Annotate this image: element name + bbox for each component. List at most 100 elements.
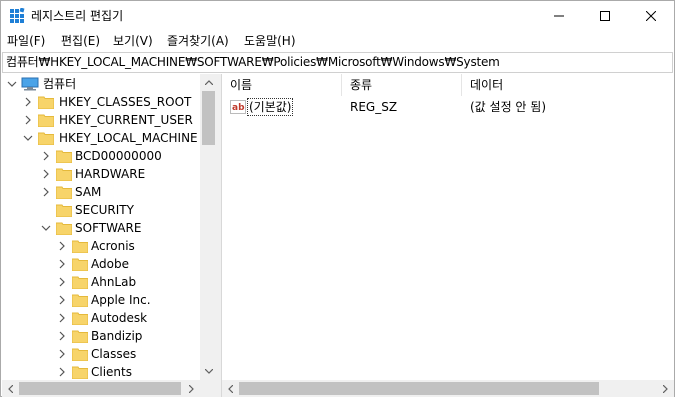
folder-icon bbox=[72, 312, 88, 325]
address-path[interactable]: 컴퓨터₩HKEY_LOCAL_MACHINE₩SOFTWARE₩Policies… bbox=[6, 55, 500, 70]
chevron-right-icon[interactable] bbox=[23, 97, 33, 107]
maximize-button[interactable] bbox=[582, 1, 628, 31]
tree-item-bandizip[interactable]: Bandizip bbox=[2, 327, 202, 345]
tree-item-clients[interactable]: Clients bbox=[2, 363, 202, 381]
value-row[interactable]: ab (기본값) REG_SZ (값 설정 안 됨) bbox=[222, 98, 675, 116]
svg-text:ab: ab bbox=[232, 103, 245, 113]
folder-icon bbox=[72, 258, 88, 271]
chevron-right-icon[interactable] bbox=[57, 349, 67, 359]
scroll-down-button[interactable] bbox=[200, 363, 217, 380]
folder-icon bbox=[72, 348, 88, 361]
chevron-right-icon[interactable] bbox=[57, 295, 67, 305]
tree-item-acronis[interactable]: Acronis bbox=[2, 237, 202, 255]
tree-label: SECURITY bbox=[75, 203, 134, 217]
tree-item-hardware[interactable]: HARDWARE bbox=[2, 165, 202, 183]
chevron-right-icon[interactable] bbox=[41, 151, 51, 161]
tree-label: HKEY_LOCAL_MACHINE bbox=[59, 131, 198, 145]
tree-item-hkey-classes-root[interactable]: HKEY_CLASSES_ROOT bbox=[2, 93, 202, 111]
tree-item-ahnlab[interactable]: AhnLab bbox=[2, 273, 202, 291]
tree-item-sam[interactable]: SAM bbox=[2, 183, 202, 201]
title-bar[interactable]: 레지스트리 편집기 bbox=[1, 1, 674, 31]
folder-open-icon bbox=[56, 222, 72, 235]
tree-item-computer[interactable]: 컴퓨터 bbox=[2, 75, 202, 93]
tree-label: Apple Inc. bbox=[91, 293, 151, 307]
tree-label: AhnLab bbox=[91, 275, 137, 289]
chevron-down-icon bbox=[204, 369, 213, 374]
folder-icon bbox=[72, 366, 88, 379]
scroll-thumb[interactable] bbox=[202, 91, 215, 145]
menu-favorites[interactable]: 즐겨찾기(A) bbox=[167, 33, 229, 49]
folder-icon bbox=[38, 114, 54, 127]
scroll-thumb[interactable] bbox=[19, 382, 181, 395]
tree-vertical-scrollbar[interactable] bbox=[200, 74, 217, 380]
minimize-icon bbox=[554, 15, 564, 17]
tree-item-security[interactable]: SECURITY bbox=[2, 201, 202, 219]
list-horizontal-scrollbar[interactable] bbox=[222, 380, 674, 397]
minimize-button[interactable] bbox=[536, 1, 582, 31]
tree-label: Adobe bbox=[91, 257, 129, 271]
column-header-data[interactable]: 데이터 bbox=[462, 74, 675, 96]
tree-label: Acronis bbox=[91, 239, 135, 253]
chevron-right-icon[interactable] bbox=[41, 187, 51, 197]
chevron-left-icon bbox=[228, 384, 233, 393]
tree-label: Bandizip bbox=[91, 329, 143, 343]
tree-item-apple-inc[interactable]: Apple Inc. bbox=[2, 291, 202, 309]
chevron-right-icon[interactable] bbox=[57, 259, 67, 269]
tree-item-classes[interactable]: Classes bbox=[2, 345, 202, 363]
tree-item-software[interactable]: SOFTWARE bbox=[2, 219, 202, 237]
column-header-name[interactable]: 이름 bbox=[222, 74, 342, 96]
tree-label: Classes bbox=[91, 347, 137, 361]
folder-icon bbox=[72, 330, 88, 343]
chevron-right-icon bbox=[189, 384, 194, 393]
menu-view[interactable]: 보기(V) bbox=[113, 33, 153, 49]
value-list-pane[interactable]: 이름 종류 데이터 ab (기본값) REG_SZ (값 설정 안 됨) bbox=[221, 74, 674, 397]
menu-file[interactable]: 파일(F) bbox=[7, 33, 45, 49]
tree-label: SAM bbox=[75, 185, 102, 199]
chevron-right-icon[interactable] bbox=[57, 277, 67, 287]
chevron-right-icon[interactable] bbox=[41, 169, 51, 179]
scroll-left-button[interactable] bbox=[2, 380, 19, 397]
tree-horizontal-scrollbar[interactable] bbox=[2, 380, 217, 397]
folder-icon bbox=[72, 294, 88, 307]
string-value-icon: ab bbox=[230, 100, 246, 114]
menu-help[interactable]: 도움말(H) bbox=[244, 33, 296, 49]
tree-label: BCD00000000 bbox=[75, 149, 162, 163]
value-name[interactable]: (기본값) bbox=[247, 98, 294, 116]
tree-label: HARDWARE bbox=[75, 167, 146, 181]
chevron-down-icon[interactable] bbox=[41, 223, 51, 233]
value-type: REG_SZ bbox=[350, 100, 398, 114]
scroll-up-button[interactable] bbox=[200, 74, 217, 91]
chevron-right-icon[interactable] bbox=[57, 331, 67, 341]
chevron-right-icon[interactable] bbox=[23, 115, 33, 125]
chevron-right-icon[interactable] bbox=[57, 367, 67, 377]
tree-item-autodesk[interactable]: Autodesk bbox=[2, 309, 202, 327]
scroll-left-button[interactable] bbox=[222, 380, 239, 397]
folder-icon bbox=[72, 240, 88, 253]
tree-label: HKEY_CLASSES_ROOT bbox=[59, 95, 192, 109]
address-bar[interactable]: 컴퓨터₩HKEY_LOCAL_MACHINE₩SOFTWARE₩Policies… bbox=[2, 52, 673, 73]
close-button[interactable] bbox=[628, 1, 674, 31]
folder-icon bbox=[72, 276, 88, 289]
tree-item-hkey-current-user[interactable]: HKEY_CURRENT_USER bbox=[2, 111, 202, 129]
tree-item-hkey-local-machine[interactable]: HKEY_LOCAL_MACHINE bbox=[2, 129, 202, 147]
chevron-right-icon[interactable] bbox=[57, 241, 67, 251]
registry-editor-window: 레지스트리 편집기 파일(F) 편집(E) 보기(V) 즐겨찾기(A) 도움말(… bbox=[0, 0, 675, 397]
tree-label: Autodesk bbox=[91, 311, 148, 325]
maximize-icon bbox=[600, 11, 610, 21]
scroll-right-button[interactable] bbox=[183, 380, 200, 397]
scroll-right-button[interactable] bbox=[657, 380, 674, 397]
folder-open-icon bbox=[38, 132, 54, 145]
chevron-down-icon[interactable] bbox=[7, 79, 17, 89]
column-header-type[interactable]: 종류 bbox=[342, 74, 462, 96]
computer-icon bbox=[21, 77, 39, 91]
chevron-right-icon[interactable] bbox=[57, 313, 67, 323]
tree-item-bcd00000000[interactable]: BCD00000000 bbox=[2, 147, 202, 165]
menu-edit[interactable]: 편집(E) bbox=[61, 33, 100, 49]
chevron-down-icon[interactable] bbox=[23, 133, 33, 143]
folder-icon bbox=[56, 168, 72, 181]
registry-editor-icon bbox=[10, 8, 25, 23]
scroll-thumb[interactable] bbox=[239, 382, 599, 395]
menu-bar: 파일(F) 편집(E) 보기(V) 즐겨찾기(A) 도움말(H) bbox=[1, 31, 674, 51]
tree-item-adobe[interactable]: Adobe bbox=[2, 255, 202, 273]
key-tree-pane[interactable]: 컴퓨터 HKEY_CLASSES_ROOT HKEY_CURRENT_USER … bbox=[2, 74, 217, 397]
